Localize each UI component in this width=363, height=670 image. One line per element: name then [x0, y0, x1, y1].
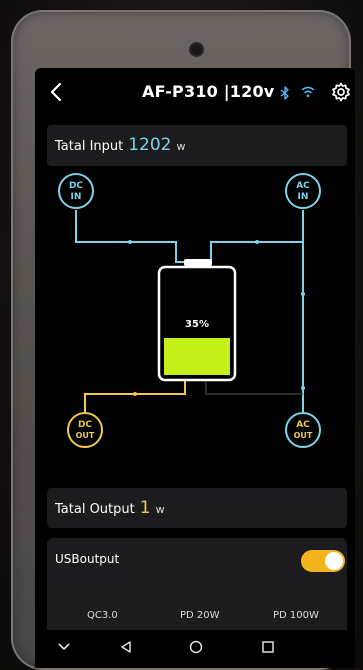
dc-in-node[interactable]: DC IN: [58, 173, 94, 209]
bluetooth-icon[interactable]: [280, 86, 290, 100]
usb-output-title: USBoutput: [55, 552, 120, 566]
app-screen: AF-P310 |120v Tatal Input 1202 w 35% DC …: [35, 68, 355, 668]
battery-icon: 35%: [157, 259, 237, 382]
device-title: AF-P310 |120v: [142, 82, 275, 101]
toggle-knob: [325, 552, 343, 570]
total-output-label: Tatal Output: [55, 502, 135, 517]
total-input-unit: w: [176, 140, 186, 153]
home-circle-icon[interactable]: [189, 640, 203, 654]
dc-output-dot: [133, 392, 137, 396]
system-nav-bar: [35, 630, 355, 668]
total-output-value: 1: [139, 498, 151, 518]
total-input-card: Tatal Input 1202 w: [47, 125, 347, 166]
top-bar: AF-P310 |120v: [35, 68, 355, 120]
total-input-label: Tatal Input: [55, 139, 124, 154]
battery-percent: 35%: [185, 319, 209, 330]
usb-output-toggle[interactable]: [301, 550, 345, 572]
total-input-value: 1202: [128, 135, 172, 155]
dc-out-line2: OUT: [76, 431, 95, 440]
ac-in-node[interactable]: AC IN: [285, 173, 321, 209]
dc-in-line1: DC: [69, 181, 83, 191]
gear-icon[interactable]: [331, 82, 351, 102]
port-pd100w: PD 100W: [273, 610, 319, 621]
ac-out-node[interactable]: AC OUT: [285, 412, 321, 448]
recents-square-icon[interactable]: [261, 640, 275, 654]
wifi-icon[interactable]: [301, 86, 315, 98]
dc-out-node[interactable]: DC OUT: [67, 412, 103, 448]
camera: [191, 44, 202, 55]
battery-fill: [164, 338, 230, 375]
chevron-down-icon[interactable]: [57, 640, 71, 654]
port-pd20w: PD 20W: [180, 610, 220, 621]
ac-out-line2: OUT: [294, 431, 313, 440]
energy-flow-diagram: 35% DC IN AC IN DC OUT AC OUT: [58, 173, 321, 448]
total-output-unit: w: [155, 503, 165, 516]
ac-in-line1: AC: [296, 181, 310, 191]
phone-frame: AF-P310 |120v Tatal Input 1202 w 35% DC …: [11, 10, 355, 670]
port-qc30: QC3.0: [87, 610, 118, 621]
total-output-card: Tatal Output 1 w: [47, 488, 347, 528]
back-arrow-icon[interactable]: [47, 80, 67, 104]
back-triangle-icon[interactable]: [119, 640, 133, 654]
ac-in-line2: IN: [298, 192, 309, 202]
ac-out-line1: AC: [296, 420, 310, 430]
dc-out-line1: DC: [78, 420, 92, 430]
dc-in-line2: IN: [71, 192, 82, 202]
